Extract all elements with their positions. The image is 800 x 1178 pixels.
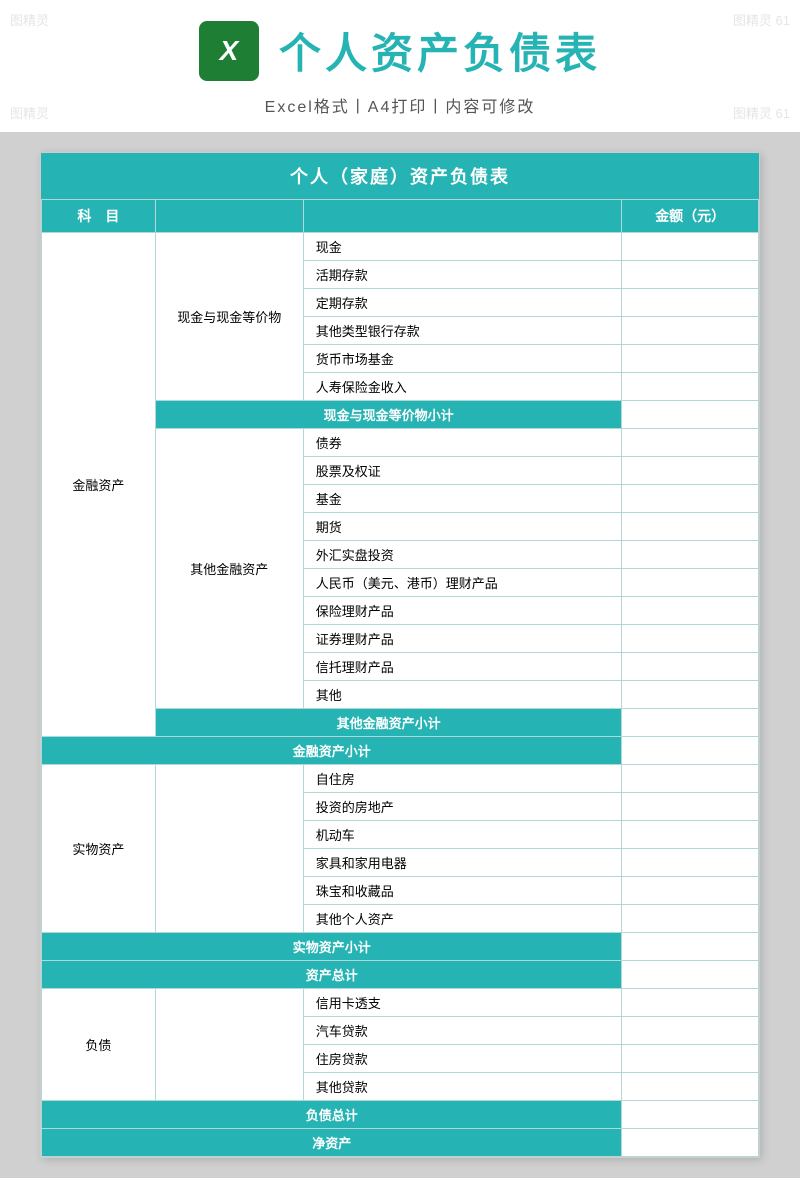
amount-cell (622, 877, 759, 905)
subtotal-financial-label: 金融资产小计 (42, 737, 622, 765)
item-stocks: 股票及权证 (303, 457, 622, 485)
item-investment-property: 投资的房地产 (303, 793, 622, 821)
subtotal-physical-amount (622, 933, 759, 961)
watermark-tl: 图精灵 (10, 10, 49, 29)
amount-cell (622, 765, 759, 793)
watermark-tr: 图精灵 61 (733, 10, 790, 29)
col-header-item (303, 200, 622, 233)
subtotal-financial-amount (622, 737, 759, 765)
item-other-financial: 其他 (303, 681, 622, 709)
amount-cell (622, 261, 759, 289)
document-wrapper: 个人（家庭）资产负债表 科 目 金额（元） 金融资产 现金与现金等价物 现金 活… (40, 152, 760, 1158)
total-assets-row: 资产总计 (42, 961, 759, 989)
item-own-house: 自住房 (303, 765, 622, 793)
subtotal-cash-amount (622, 401, 759, 429)
amount-cell (622, 681, 759, 709)
item-credit-card: 信用卡透支 (303, 989, 622, 1017)
amount-cell (622, 905, 759, 933)
amount-cell (622, 457, 759, 485)
subtotal-other-financial-label: 其他金融资产小计 (155, 709, 622, 737)
item-money-market: 货币市场基金 (303, 345, 622, 373)
subcategory-physical (155, 765, 303, 933)
watermark-br: 图精灵 61 (733, 103, 790, 122)
table-row: 负债 信用卡透支 (42, 989, 759, 1017)
item-insurance-products: 保险理财产品 (303, 597, 622, 625)
subcategory-liabilities (155, 989, 303, 1101)
subtotal-physical-label: 实物资产小计 (42, 933, 622, 961)
amount-cell (622, 989, 759, 1017)
total-liabilities-label: 负债总计 (42, 1101, 622, 1129)
subcategory-cash: 现金与现金等价物 (155, 233, 303, 401)
item-life-insurance: 人寿保险金收入 (303, 373, 622, 401)
sub-title: Excel格式丨A4打印丨内容可修改 (265, 93, 536, 117)
amount-cell (622, 1017, 759, 1045)
item-demand-deposit: 活期存款 (303, 261, 622, 289)
excel-logo: X (199, 21, 259, 81)
item-forex: 外汇实盘投资 (303, 541, 622, 569)
category-liabilities: 负债 (42, 989, 156, 1101)
net-assets-row: 净资产 (42, 1129, 759, 1157)
amount-cell (622, 653, 759, 681)
table-row: 实物资产 自住房 (42, 765, 759, 793)
amount-cell (622, 1045, 759, 1073)
amount-cell (622, 569, 759, 597)
subtotal-other-financial-amount (622, 709, 759, 737)
subtotal-physical-row: 实物资产小计 (42, 933, 759, 961)
item-car-loan: 汽车贷款 (303, 1017, 622, 1045)
table-header-row: 科 目 金额（元） (42, 200, 759, 233)
header-top: X 个人资产负债表 (199, 20, 601, 81)
item-other-bank-deposit: 其他类型银行存款 (303, 317, 622, 345)
amount-cell (622, 1073, 759, 1101)
total-liabilities-amount (622, 1101, 759, 1129)
amount-cell (622, 345, 759, 373)
amount-cell (622, 485, 759, 513)
amount-cell (622, 513, 759, 541)
col-header-category: 科 目 (42, 200, 156, 233)
amount-cell (622, 373, 759, 401)
item-funds: 基金 (303, 485, 622, 513)
item-other-loans: 其他贷款 (303, 1073, 622, 1101)
amount-cell (622, 849, 759, 877)
amount-cell (622, 233, 759, 261)
amount-cell (622, 625, 759, 653)
header-section: 图精灵 图精灵 61 X 个人资产负债表 Excel格式丨A4打印丨内容可修改 … (0, 0, 800, 132)
item-securities-products: 证券理财产品 (303, 625, 622, 653)
subtotal-cash-label: 现金与现金等价物小计 (155, 401, 622, 429)
main-title: 个人资产负债表 (279, 20, 601, 81)
net-assets-amount (622, 1129, 759, 1157)
table-row: 金融资产 现金与现金等价物 现金 (42, 233, 759, 261)
category-financial: 金融资产 (42, 233, 156, 737)
amount-cell (622, 793, 759, 821)
item-jewelry: 珠宝和收藏品 (303, 877, 622, 905)
col-header-subcategory (155, 200, 303, 233)
net-assets-label: 净资产 (42, 1129, 622, 1157)
subtotal-financial-row: 金融资产小计 (42, 737, 759, 765)
item-bonds: 债券 (303, 429, 622, 457)
total-assets-label: 资产总计 (42, 961, 622, 989)
item-cash: 现金 (303, 233, 622, 261)
amount-cell (622, 597, 759, 625)
category-physical: 实物资产 (42, 765, 156, 933)
watermark-bl: 图精灵 (10, 103, 49, 122)
item-fixed-deposit: 定期存款 (303, 289, 622, 317)
excel-logo-text: X (220, 35, 239, 67)
amount-cell (622, 289, 759, 317)
item-mortgage: 住房贷款 (303, 1045, 622, 1073)
amount-cell (622, 317, 759, 345)
amount-cell (622, 541, 759, 569)
amount-cell (622, 429, 759, 457)
item-furniture: 家具和家用电器 (303, 849, 622, 877)
total-assets-amount (622, 961, 759, 989)
amount-cell (622, 821, 759, 849)
item-motor-vehicle: 机动车 (303, 821, 622, 849)
item-futures: 期货 (303, 513, 622, 541)
total-liabilities-row: 负债总计 (42, 1101, 759, 1129)
item-rmb-products: 人民币（美元、港币）理财产品 (303, 569, 622, 597)
item-other-personal: 其他个人资产 (303, 905, 622, 933)
subcategory-other-financial: 其他金融资产 (155, 429, 303, 709)
balance-sheet-table: 科 目 金额（元） 金融资产 现金与现金等价物 现金 活期存款 定期存款 (41, 199, 759, 1157)
item-trust-products: 信托理财产品 (303, 653, 622, 681)
doc-title: 个人（家庭）资产负债表 (41, 153, 759, 199)
col-header-amount: 金额（元） (622, 200, 759, 233)
